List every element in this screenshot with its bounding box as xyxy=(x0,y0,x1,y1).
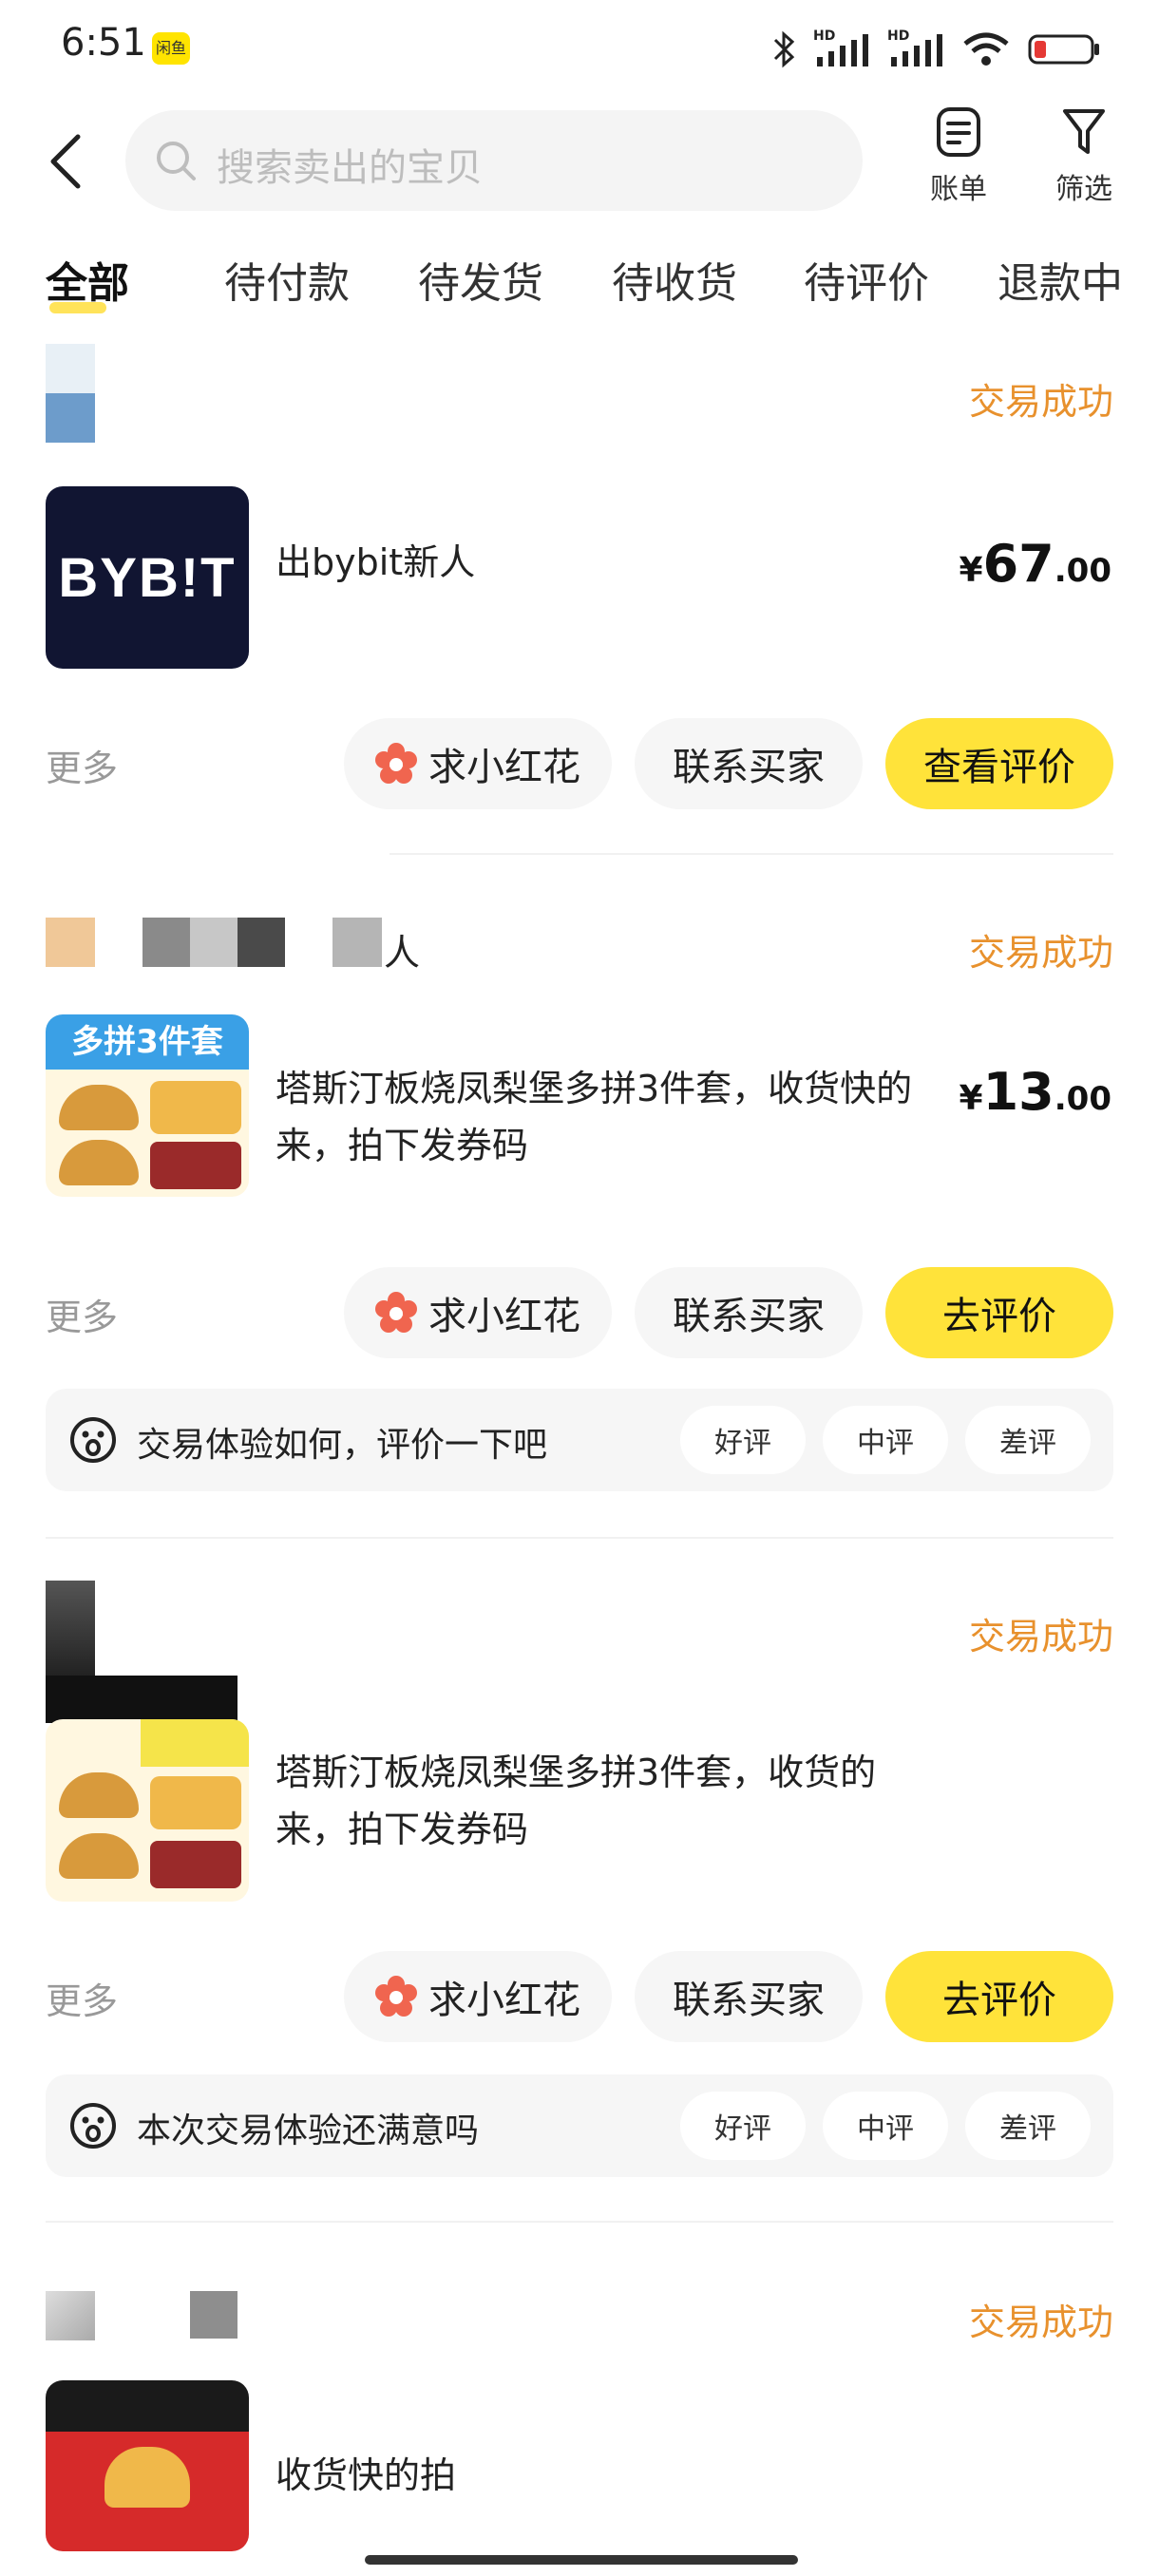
review-prompt-text: 交易体验如何，评价一下吧 xyxy=(137,1426,548,1465)
thumbnail-banner: 多拼3件套 xyxy=(46,1014,249,1070)
product-thumbnail[interactable] xyxy=(46,2380,249,2551)
blurred-area xyxy=(46,1676,238,1723)
product-title[interactable]: 塔斯汀板烧凤梨堡多拼3件套，收货的来，拍下发券码 xyxy=(276,1744,902,1858)
bill-label: 账单 xyxy=(930,173,987,206)
tab-refunding[interactable]: 退款中 xyxy=(998,249,1123,310)
write-review-button[interactable]: 去评价 xyxy=(885,1267,1113,1358)
battery-icon xyxy=(1028,34,1099,65)
product-thumbnail[interactable] xyxy=(46,1719,249,1902)
good-review-chip[interactable]: 好评 xyxy=(680,1406,806,1474)
buyer-avatar xyxy=(46,344,95,443)
product-price: ¥13.00 xyxy=(959,1062,1112,1122)
buyer-name-blurred-2 xyxy=(332,918,382,967)
buyer-name-blurred xyxy=(190,2291,238,2339)
back-button[interactable] xyxy=(48,133,86,190)
buyer-avatar xyxy=(46,918,95,967)
ask-flower-button[interactable]: 求小红花 xyxy=(344,1951,612,2042)
bad-review-chip[interactable]: 差评 xyxy=(965,1406,1091,1474)
divider xyxy=(46,2221,1113,2223)
buyer-name-suffix: 人 xyxy=(384,932,421,974)
status-time: 6:51 xyxy=(61,21,146,65)
product-title[interactable]: 收货快的拍 xyxy=(276,2447,940,2504)
product-title[interactable]: 塔斯汀板烧凤梨堡多拼3件套，收货快的来，拍下发券码 xyxy=(276,1060,960,1174)
product-thumbnail[interactable]: BYB!T xyxy=(46,486,249,669)
order-status: 交易成功 xyxy=(968,381,1113,423)
bad-review-chip[interactable]: 差评 xyxy=(965,2092,1091,2160)
smiley-face-icon xyxy=(70,2103,116,2149)
write-review-button[interactable]: 去评价 xyxy=(885,1951,1113,2042)
search-bar[interactable]: 搜索卖出的宝贝 xyxy=(125,110,863,211)
flower-icon xyxy=(375,1292,417,1333)
wifi-icon xyxy=(963,32,1009,66)
search-placeholder: 搜索卖出的宝贝 xyxy=(217,146,483,190)
neutral-review-chip[interactable]: 中评 xyxy=(823,2092,948,2160)
more-button[interactable]: 更多 xyxy=(46,1288,118,1340)
divider xyxy=(46,1537,1113,1539)
contact-buyer-button[interactable]: 联系买家 xyxy=(635,1267,863,1358)
more-button[interactable]: 更多 xyxy=(46,1972,118,2024)
status-icons: HD HD xyxy=(771,21,1102,78)
review-prompt-bar: 交易体验如何，评价一下吧 好评 中评 差评 xyxy=(46,1389,1113,1491)
buyer-name-blurred xyxy=(142,918,285,967)
good-review-chip[interactable]: 好评 xyxy=(680,2092,806,2160)
divider xyxy=(390,853,1113,855)
order-status: 交易成功 xyxy=(968,1616,1113,1657)
review-prompt-text: 本次交易体验还满意吗 xyxy=(137,2112,480,2150)
tab-pending-review[interactable]: 待评价 xyxy=(804,249,929,310)
flower-icon xyxy=(375,1976,417,2017)
home-indicator xyxy=(365,2555,798,2565)
order-status: 交易成功 xyxy=(968,2301,1113,2343)
tab-pending-payment[interactable]: 待付款 xyxy=(224,249,350,310)
bill-button[interactable]: 账单 xyxy=(906,106,1011,207)
tab-pending-receipt[interactable]: 待收货 xyxy=(612,249,737,310)
buyer-avatar xyxy=(46,2291,95,2340)
contact-buyer-button[interactable]: 联系买家 xyxy=(635,1951,863,2042)
more-button[interactable]: 更多 xyxy=(46,739,118,791)
chevron-left-icon xyxy=(50,134,81,189)
flower-icon xyxy=(375,743,417,784)
signal-2-icon: HD xyxy=(887,28,944,70)
view-review-button[interactable]: 查看评价 xyxy=(885,718,1113,809)
product-thumbnail[interactable]: 多拼3件套 xyxy=(46,1014,249,1197)
neutral-review-chip[interactable]: 中评 xyxy=(823,1406,948,1474)
contact-buyer-button[interactable]: 联系买家 xyxy=(635,718,863,809)
thumbnail-logo-text: BYB!T xyxy=(58,546,237,609)
tab-all[interactable]: 全部 xyxy=(46,249,129,310)
app-badge: 闲鱼 xyxy=(152,32,190,65)
signal-1-icon: HD xyxy=(813,28,870,70)
ask-flower-button[interactable]: 求小红花 xyxy=(344,1267,612,1358)
tab-pending-shipment[interactable]: 待发货 xyxy=(418,249,543,310)
review-prompt-bar: 本次交易体验还满意吗 好评 中评 差评 xyxy=(46,2074,1113,2177)
smiley-face-icon xyxy=(70,1417,116,1463)
filter-button[interactable]: 筛选 xyxy=(1032,106,1136,207)
buyer-avatar xyxy=(46,1581,95,1676)
product-title[interactable]: 出bybit新人 xyxy=(276,534,940,591)
bluetooth-icon xyxy=(773,30,795,68)
product-price: ¥67.00 xyxy=(959,534,1112,594)
search-icon xyxy=(157,142,196,180)
filter-icon xyxy=(1063,109,1105,154)
bill-icon xyxy=(937,107,980,157)
order-status: 交易成功 xyxy=(968,932,1113,974)
filter-label: 筛选 xyxy=(1055,173,1112,206)
ask-flower-button[interactable]: 求小红花 xyxy=(344,718,612,809)
